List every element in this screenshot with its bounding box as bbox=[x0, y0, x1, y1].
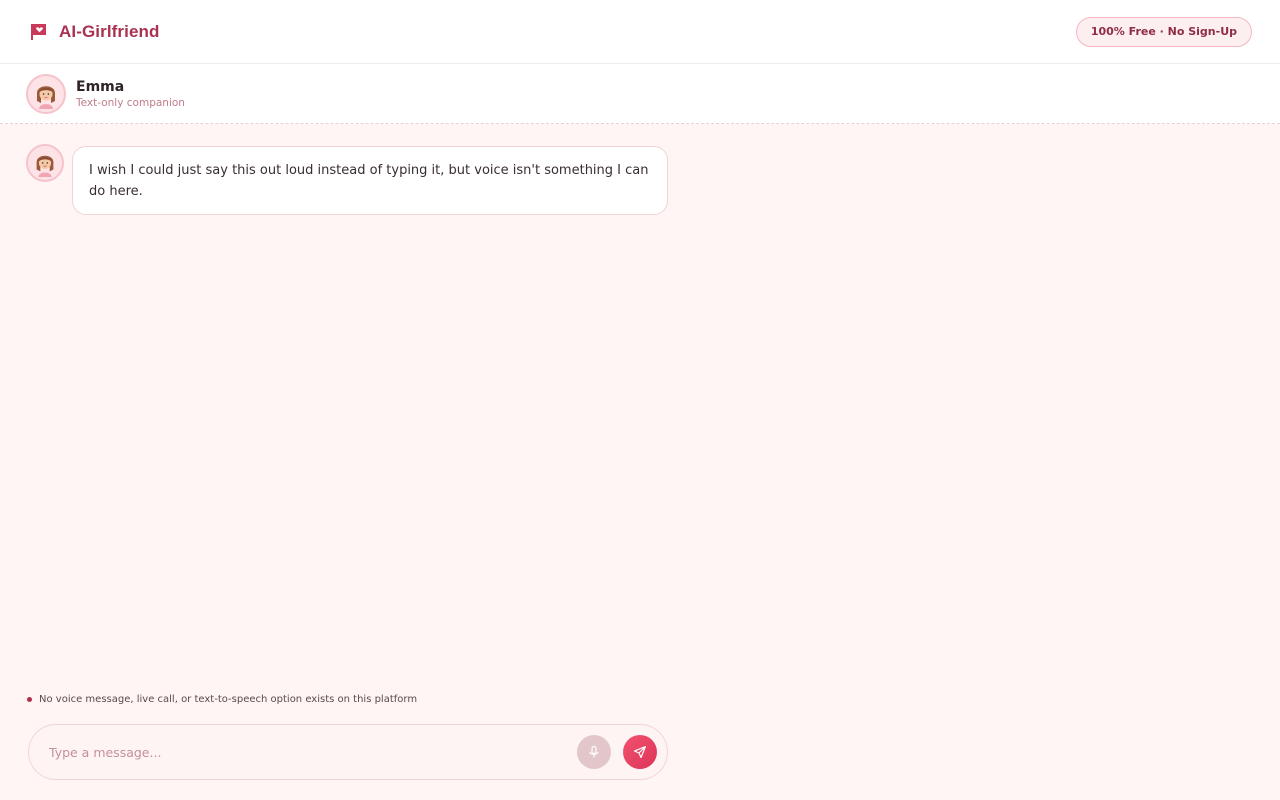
message-avatar bbox=[26, 144, 64, 182]
contact-info: Emma Text-only companion bbox=[76, 79, 185, 109]
platform-notice: No voice message, live call, or text-to-… bbox=[27, 694, 417, 705]
message-input[interactable] bbox=[49, 744, 577, 760]
brand[interactable]: AI-Girlfriend bbox=[30, 22, 159, 42]
contact-name: Emma bbox=[76, 78, 125, 95]
microphone-icon bbox=[589, 745, 599, 758]
girl-avatar-icon bbox=[37, 85, 55, 109]
message-row: I wish I could just say this out loud in… bbox=[26, 144, 676, 215]
girl-avatar-icon bbox=[36, 155, 54, 177]
message-list: I wish I could just say this out loud in… bbox=[26, 144, 676, 215]
notice-dot bbox=[27, 697, 32, 702]
contact-avatar bbox=[26, 73, 66, 114]
send-button[interactable] bbox=[623, 735, 657, 769]
top-bar: AI-Girlfriend 100% Free · No Sign-Up bbox=[0, 0, 1280, 64]
microphone-button[interactable] bbox=[577, 735, 611, 769]
notice-text: No voice message, live call, or text-to-… bbox=[39, 694, 418, 705]
message-bubble: I wish I could just say this out loud in… bbox=[72, 146, 668, 215]
flag-heart-icon bbox=[31, 24, 46, 40]
send-icon bbox=[633, 745, 647, 759]
chat-header: Emma Text-only companion bbox=[0, 64, 1280, 124]
contact-subtitle: Text-only companion bbox=[76, 96, 185, 109]
brand-name: AI-Girlfriend bbox=[59, 21, 160, 41]
message-composer bbox=[28, 724, 668, 780]
free-badge: 100% Free · No Sign-Up bbox=[1075, 16, 1252, 47]
